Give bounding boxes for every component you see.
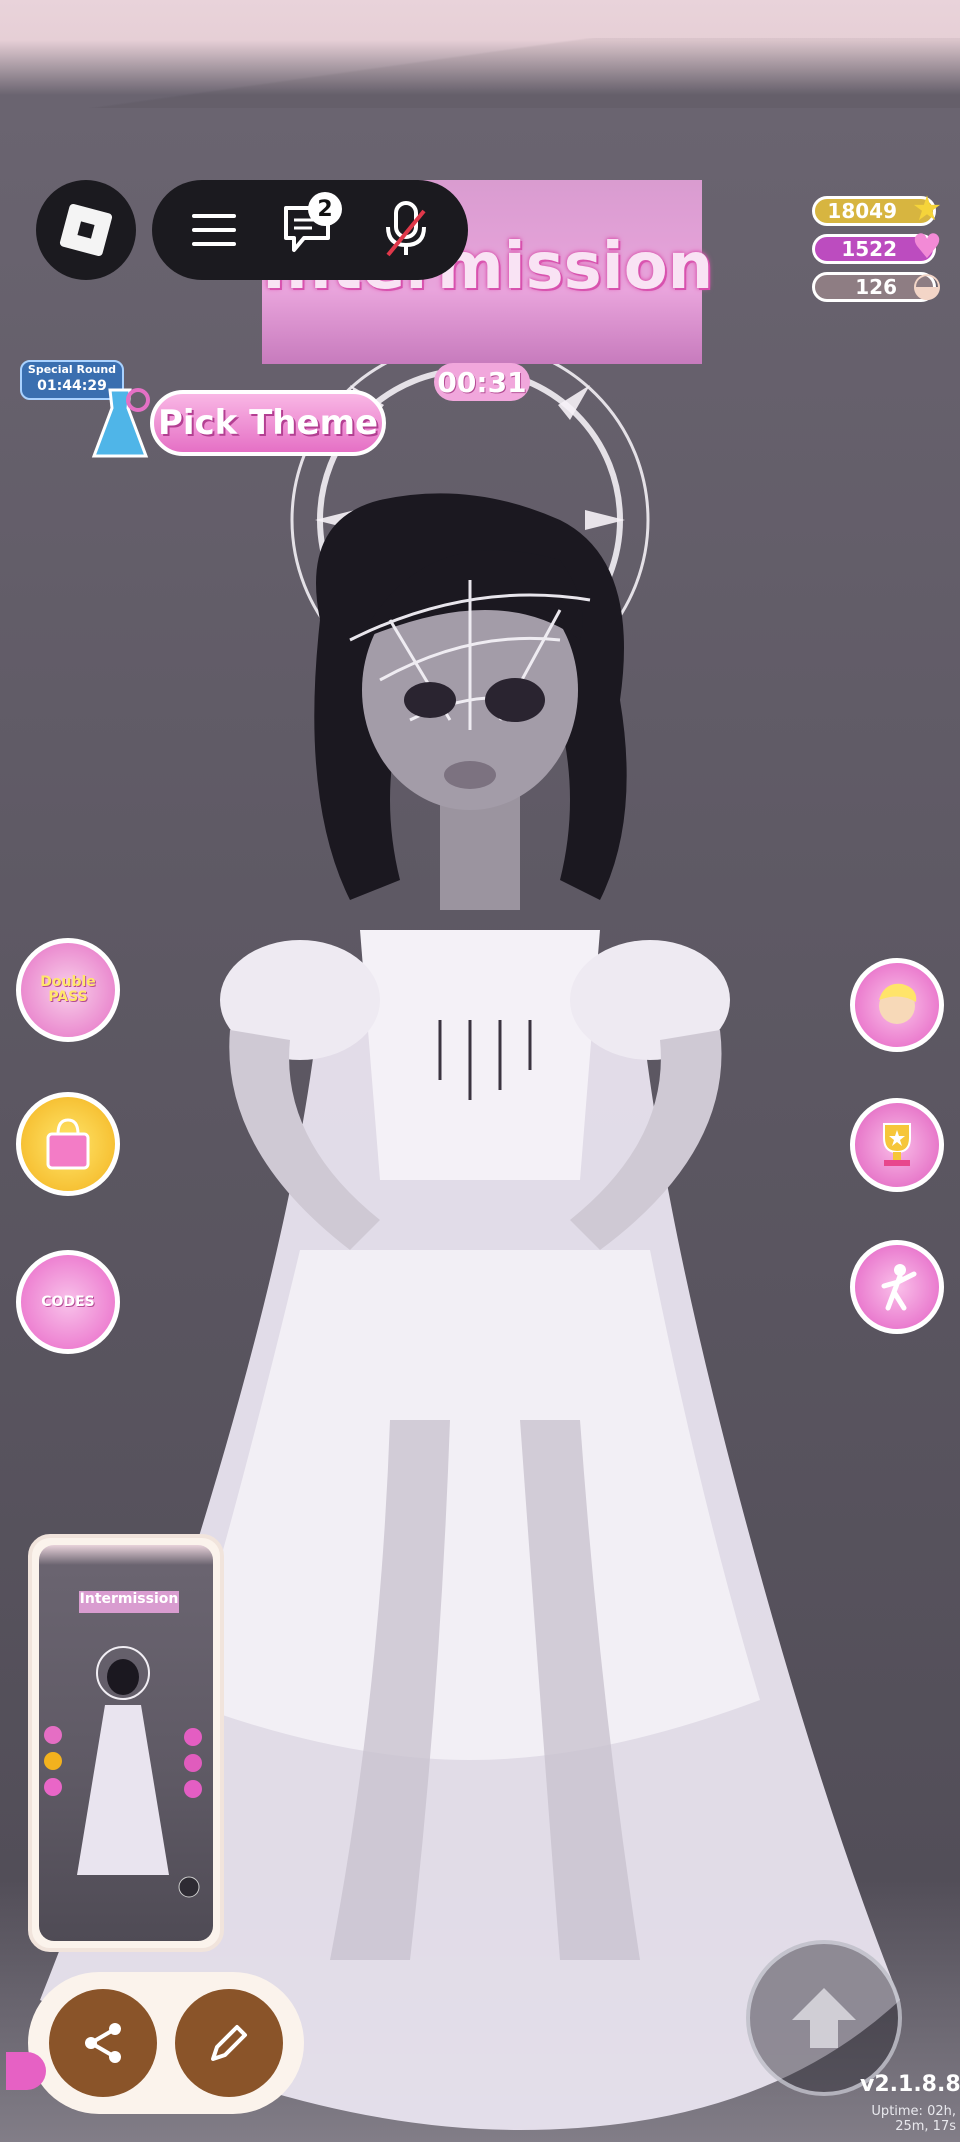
pose-button[interactable]	[850, 1240, 944, 1334]
pencil-icon	[211, 2025, 247, 2061]
pose-icon	[881, 1264, 917, 1311]
uptime-line2: 25m, 17s	[895, 2119, 956, 2134]
roblox-logo-icon	[59, 203, 113, 257]
screenshot-thumbnail[interactable]: Intermission	[28, 1534, 224, 1952]
heart-icon: ♥	[911, 227, 943, 267]
thumbnail-avatar	[44, 1646, 202, 1898]
chat-unread-badge: 2	[308, 192, 342, 226]
trophy-button[interactable]	[850, 1098, 944, 1192]
screenshot-actions	[28, 1972, 304, 2114]
avatar-customize-button[interactable]	[850, 958, 944, 1052]
pick-theme-button[interactable]: Pick Theme	[150, 390, 386, 456]
pink-tab[interactable]	[6, 2052, 46, 2090]
share-button[interactable]	[49, 1989, 157, 2097]
hamburger-icon	[192, 214, 236, 246]
special-round-label: Special Round	[27, 363, 117, 376]
shell-icon: ◒	[912, 265, 942, 305]
dress-icon	[91, 388, 150, 458]
stars-currency: 18049 ★	[812, 189, 942, 229]
roblox-menu-button[interactable]	[36, 180, 136, 280]
microphone-muted-icon	[386, 201, 426, 257]
shop-button[interactable]	[16, 1092, 120, 1196]
double-pass-button[interactable]: Double PASS	[16, 938, 120, 1042]
character-face-icon	[879, 983, 917, 1024]
double-pass-label: Double PASS	[40, 974, 96, 1005]
uptime-line1: Uptime: 02h,	[871, 2104, 956, 2119]
version-label: v2.1.8.8	[860, 2072, 960, 2097]
shells-count: 126	[855, 275, 897, 299]
thumbnail-preview: Intermission	[39, 1545, 213, 1941]
stars-count: 18049	[827, 199, 897, 223]
round-timer: 00:31	[434, 363, 530, 401]
microphone-button[interactable]	[372, 196, 440, 264]
chat-button[interactable]: 2	[276, 192, 344, 264]
hamburger-menu-button[interactable]	[180, 196, 248, 264]
roblox-topbar: 2	[152, 180, 468, 280]
share-icon	[85, 2023, 121, 2063]
shopping-bag-icon	[46, 1118, 90, 1170]
star-icon: ★	[911, 189, 943, 229]
hearts-currency: 1522 ♥	[812, 227, 942, 267]
codes-button[interactable]: CODES	[16, 1250, 120, 1354]
up-arrow-icon	[792, 1988, 856, 2048]
trophy-icon	[883, 1123, 911, 1166]
codes-label: CODES	[41, 1293, 95, 1310]
shells-currency: 126 ◒	[812, 265, 942, 305]
hearts-count: 1522	[841, 237, 897, 261]
uptime-label: Uptime: 02h, 25m, 17s	[860, 2104, 956, 2134]
edit-button[interactable]	[175, 1989, 283, 2097]
